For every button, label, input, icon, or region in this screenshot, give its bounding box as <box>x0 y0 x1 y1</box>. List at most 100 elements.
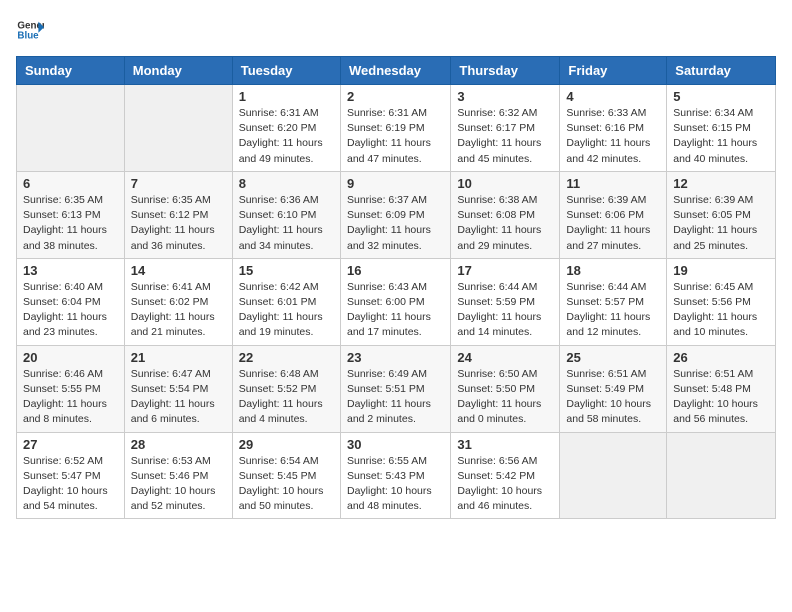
calendar-cell: 5 Sunrise: 6:34 AM Sunset: 6:15 PM Daylig… <box>667 85 776 172</box>
day-info: Sunrise: 6:49 AM Sunset: 5:51 PM Dayligh… <box>347 367 444 428</box>
day-info: Sunrise: 6:37 AM Sunset: 6:09 PM Dayligh… <box>347 193 444 254</box>
day-number: 28 <box>131 437 226 452</box>
day-info: Sunrise: 6:48 AM Sunset: 5:52 PM Dayligh… <box>239 367 334 428</box>
day-info: Sunrise: 6:35 AM Sunset: 6:12 PM Dayligh… <box>131 193 226 254</box>
calendar-cell <box>17 85 125 172</box>
calendar-cell: 6Sunrise: 6:35 AM Sunset: 6:13 PM Daylig… <box>17 171 125 258</box>
day-number: 22 <box>239 350 334 365</box>
day-number: 18 <box>566 263 660 278</box>
logo-icon: General Blue <box>16 16 44 44</box>
day-number: 15 <box>239 263 334 278</box>
calendar-cell: 8 Sunrise: 6:36 AM Sunset: 6:10 PM Daylig… <box>232 171 340 258</box>
day-number: 21 <box>131 350 226 365</box>
day-info: Sunrise: 6:36 AM Sunset: 6:10 PM Dayligh… <box>239 193 334 254</box>
calendar-week-row: 27Sunrise: 6:52 AM Sunset: 5:47 PM Dayli… <box>17 432 776 519</box>
calendar-cell: 17 Sunrise: 6:44 AM Sunset: 5:59 PM Dayli… <box>451 258 560 345</box>
day-number: 10 <box>457 176 553 191</box>
page-header: General Blue <box>16 16 776 44</box>
day-info: Sunrise: 6:52 AM Sunset: 5:47 PM Dayligh… <box>23 454 118 515</box>
day-header-monday: Monday <box>124 57 232 85</box>
calendar-cell: 31 Sunrise: 6:56 AM Sunset: 5:42 PM Dayli… <box>451 432 560 519</box>
day-info: Sunrise: 6:51 AM Sunset: 5:49 PM Dayligh… <box>566 367 660 428</box>
day-info: Sunrise: 6:46 AM Sunset: 5:55 PM Dayligh… <box>23 367 118 428</box>
calendar-cell: 20 Sunrise: 6:46 AM Sunset: 5:55 PM Dayli… <box>17 345 125 432</box>
calendar-week-row: 6Sunrise: 6:35 AM Sunset: 6:13 PM Daylig… <box>17 171 776 258</box>
day-number: 26 <box>673 350 769 365</box>
day-info: Sunrise: 6:40 AM Sunset: 6:04 PM Dayligh… <box>23 280 118 341</box>
calendar-cell: 10 Sunrise: 6:38 AM Sunset: 6:08 PM Dayli… <box>451 171 560 258</box>
logo: General Blue <box>16 16 48 44</box>
day-info: Sunrise: 6:31 AM Sunset: 6:19 PM Dayligh… <box>347 106 444 167</box>
day-number: 4 <box>566 89 660 104</box>
calendar-header-row: SundayMondayTuesdayWednesdayThursdayFrid… <box>17 57 776 85</box>
day-info: Sunrise: 6:34 AM Sunset: 6:15 PM Dayligh… <box>673 106 769 167</box>
calendar-week-row: 20 Sunrise: 6:46 AM Sunset: 5:55 PM Dayli… <box>17 345 776 432</box>
day-number: 6 <box>23 176 118 191</box>
day-number: 25 <box>566 350 660 365</box>
day-number: 2 <box>347 89 444 104</box>
day-number: 16 <box>347 263 444 278</box>
day-info: Sunrise: 6:50 AM Sunset: 5:50 PM Dayligh… <box>457 367 553 428</box>
calendar-cell: 21 Sunrise: 6:47 AM Sunset: 5:54 PM Dayli… <box>124 345 232 432</box>
day-info: Sunrise: 6:41 AM Sunset: 6:02 PM Dayligh… <box>131 280 226 341</box>
calendar-cell: 12 Sunrise: 6:39 AM Sunset: 6:05 PM Dayli… <box>667 171 776 258</box>
calendar-week-row: 1Sunrise: 6:31 AM Sunset: 6:20 PM Daylig… <box>17 85 776 172</box>
day-number: 20 <box>23 350 118 365</box>
day-number: 19 <box>673 263 769 278</box>
calendar-cell: 13 Sunrise: 6:40 AM Sunset: 6:04 PM Dayli… <box>17 258 125 345</box>
day-number: 11 <box>566 176 660 191</box>
day-number: 9 <box>347 176 444 191</box>
day-number: 31 <box>457 437 553 452</box>
day-number: 7 <box>131 176 226 191</box>
day-number: 29 <box>239 437 334 452</box>
day-number: 30 <box>347 437 444 452</box>
day-info: Sunrise: 6:31 AM Sunset: 6:20 PM Dayligh… <box>239 106 334 167</box>
calendar-cell: 1Sunrise: 6:31 AM Sunset: 6:20 PM Daylig… <box>232 85 340 172</box>
day-header-tuesday: Tuesday <box>232 57 340 85</box>
calendar-cell: 16 Sunrise: 6:43 AM Sunset: 6:00 PM Dayli… <box>340 258 450 345</box>
day-info: Sunrise: 6:45 AM Sunset: 5:56 PM Dayligh… <box>673 280 769 341</box>
calendar-cell: 26Sunrise: 6:51 AM Sunset: 5:48 PM Dayli… <box>667 345 776 432</box>
calendar-cell: 19 Sunrise: 6:45 AM Sunset: 5:56 PM Dayli… <box>667 258 776 345</box>
day-info: Sunrise: 6:39 AM Sunset: 6:05 PM Dayligh… <box>673 193 769 254</box>
day-info: Sunrise: 6:44 AM Sunset: 5:57 PM Dayligh… <box>566 280 660 341</box>
day-header-friday: Friday <box>560 57 667 85</box>
calendar-cell: 3Sunrise: 6:32 AM Sunset: 6:17 PM Daylig… <box>451 85 560 172</box>
day-info: Sunrise: 6:47 AM Sunset: 5:54 PM Dayligh… <box>131 367 226 428</box>
day-header-wednesday: Wednesday <box>340 57 450 85</box>
day-number: 17 <box>457 263 553 278</box>
calendar-cell: 14 Sunrise: 6:41 AM Sunset: 6:02 PM Dayli… <box>124 258 232 345</box>
day-number: 14 <box>131 263 226 278</box>
day-info: Sunrise: 6:38 AM Sunset: 6:08 PM Dayligh… <box>457 193 553 254</box>
calendar-cell: 4 Sunrise: 6:33 AM Sunset: 6:16 PM Daylig… <box>560 85 667 172</box>
day-info: Sunrise: 6:43 AM Sunset: 6:00 PM Dayligh… <box>347 280 444 341</box>
calendar-cell: 7 Sunrise: 6:35 AM Sunset: 6:12 PM Daylig… <box>124 171 232 258</box>
calendar-cell: 18 Sunrise: 6:44 AM Sunset: 5:57 PM Dayli… <box>560 258 667 345</box>
calendar-cell <box>667 432 776 519</box>
day-number: 24 <box>457 350 553 365</box>
day-header-sunday: Sunday <box>17 57 125 85</box>
day-number: 23 <box>347 350 444 365</box>
day-number: 12 <box>673 176 769 191</box>
day-number: 8 <box>239 176 334 191</box>
day-info: Sunrise: 6:33 AM Sunset: 6:16 PM Dayligh… <box>566 106 660 167</box>
calendar-table: SundayMondayTuesdayWednesdayThursdayFrid… <box>16 56 776 519</box>
day-info: Sunrise: 6:53 AM Sunset: 5:46 PM Dayligh… <box>131 454 226 515</box>
day-info: Sunrise: 6:56 AM Sunset: 5:42 PM Dayligh… <box>457 454 553 515</box>
calendar-cell: 15Sunrise: 6:42 AM Sunset: 6:01 PM Dayli… <box>232 258 340 345</box>
calendar-cell: 24 Sunrise: 6:50 AM Sunset: 5:50 PM Dayli… <box>451 345 560 432</box>
day-number: 13 <box>23 263 118 278</box>
day-info: Sunrise: 6:39 AM Sunset: 6:06 PM Dayligh… <box>566 193 660 254</box>
calendar-week-row: 13 Sunrise: 6:40 AM Sunset: 6:04 PM Dayli… <box>17 258 776 345</box>
calendar-cell: 9 Sunrise: 6:37 AM Sunset: 6:09 PM Daylig… <box>340 171 450 258</box>
calendar-cell: 11 Sunrise: 6:39 AM Sunset: 6:06 PM Dayli… <box>560 171 667 258</box>
calendar-cell: 25 Sunrise: 6:51 AM Sunset: 5:49 PM Dayli… <box>560 345 667 432</box>
day-info: Sunrise: 6:54 AM Sunset: 5:45 PM Dayligh… <box>239 454 334 515</box>
calendar-cell <box>560 432 667 519</box>
calendar-cell: 27Sunrise: 6:52 AM Sunset: 5:47 PM Dayli… <box>17 432 125 519</box>
day-number: 5 <box>673 89 769 104</box>
day-header-saturday: Saturday <box>667 57 776 85</box>
calendar-cell: 29 Sunrise: 6:54 AM Sunset: 5:45 PM Dayli… <box>232 432 340 519</box>
calendar-cell <box>124 85 232 172</box>
day-info: Sunrise: 6:44 AM Sunset: 5:59 PM Dayligh… <box>457 280 553 341</box>
